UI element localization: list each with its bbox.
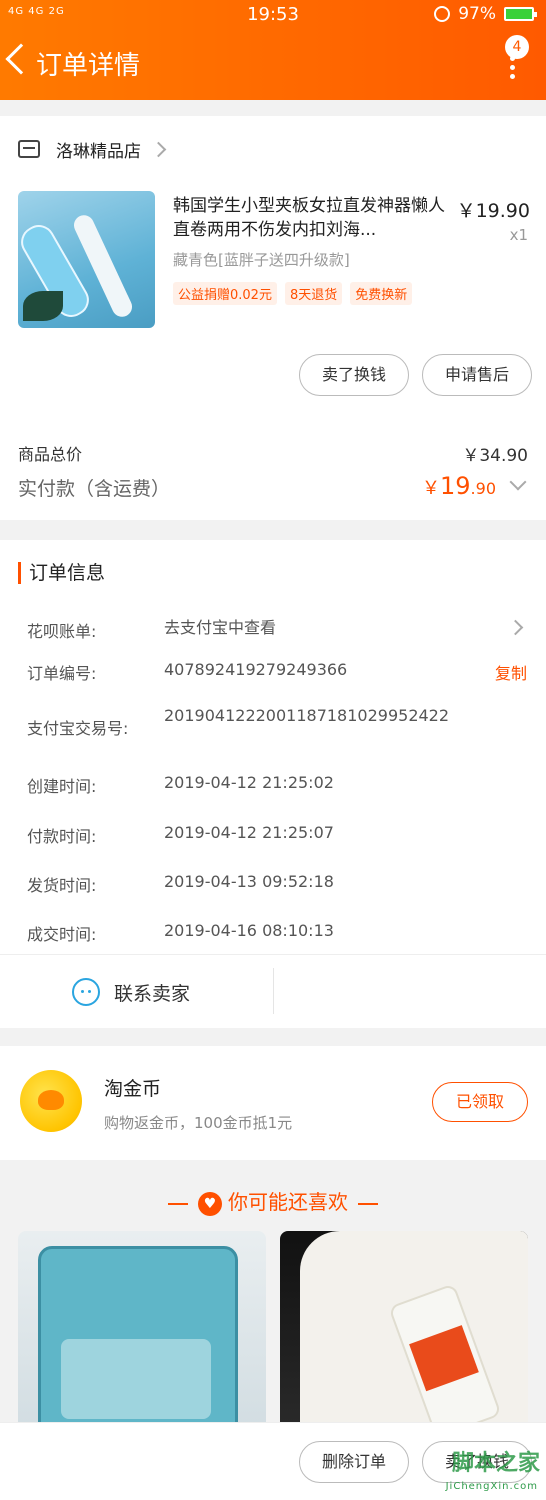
- alarm-icon: [434, 6, 451, 22]
- heart-icon: ♥: [198, 1191, 222, 1216]
- chevron-right-icon: [150, 141, 167, 157]
- total-price-value: ￥34.90: [462, 446, 528, 466]
- decor-line: [358, 1202, 379, 1205]
- total-price-label: 商品总价: [18, 445, 83, 464]
- copy-button[interactable]: 复制: [495, 660, 527, 684]
- shop-link[interactable]: 洛琳精品店: [18, 136, 167, 162]
- watermark-logo: 脚本之家: [451, 1451, 540, 1476]
- back-icon[interactable]: [5, 43, 37, 75]
- chevron-down-icon[interactable]: [509, 473, 527, 491]
- app-header: 4G 4G 2G 19:53 97% 订单详情 4: [0, 0, 546, 100]
- service-tag: 8天退货: [284, 282, 343, 305]
- product-quantity: x1: [509, 226, 528, 244]
- chat-icon: [72, 978, 100, 1006]
- more-icon[interactable]: [510, 56, 516, 80]
- coin-claimed-button[interactable]: 已领取: [432, 1082, 528, 1122]
- product-title[interactable]: 韩国学生小型夹板女拉直发神器懒人直卷两用不伤发内扣刘海...: [173, 194, 453, 242]
- recommend-item[interactable]: [280, 1231, 528, 1431]
- chevron-right-icon: [507, 619, 524, 636]
- coin-title: 淘金币: [104, 1078, 162, 1100]
- service-tag: 公益捐赠0.02元: [173, 282, 277, 305]
- delete-order-button[interactable]: 删除订单: [299, 1441, 409, 1483]
- shop-name: 洛琳精品店: [56, 141, 141, 162]
- service-tags: 公益捐赠0.02元 8天退货 免费换新: [173, 282, 413, 305]
- battery-percent: 97%: [458, 4, 496, 24]
- page-title: 订单详情: [36, 51, 141, 81]
- battery-icon: [504, 7, 537, 21]
- service-tag: 免费换新: [350, 282, 413, 305]
- contact-seller-button[interactable]: 联系卖家: [72, 978, 190, 1006]
- coin-icon: [20, 1070, 82, 1132]
- product-image[interactable]: [18, 191, 155, 328]
- after-sale-button[interactable]: 申请售后: [422, 354, 532, 396]
- recommend-item[interactable]: [18, 1231, 266, 1431]
- decor-line: [167, 1202, 188, 1205]
- status-right: 97%: [434, 4, 537, 24]
- paid-amount-value: ￥19.90: [422, 472, 496, 500]
- section-title: 订单信息: [18, 562, 105, 584]
- product-spec: 藏青色[蓝胖子送四升级款]: [173, 251, 350, 269]
- watermark-text: JiChengXin.com: [445, 1481, 538, 1492]
- sell-exchange-button[interactable]: 卖了换钱: [299, 354, 409, 396]
- store-icon: [18, 140, 40, 158]
- order-info-card: 订单信息 花呗账单: 去支付宝中查看 订单编号: 407892419279249…: [0, 540, 546, 1028]
- bottom-action-bar: 删除订单 卖了换钱 脚本之家 JiChengXin.com: [0, 1422, 546, 1500]
- divider: [273, 968, 274, 1014]
- recommend-title: ♥ 你可能还喜欢: [0, 1186, 546, 1216]
- message-badge[interactable]: 4: [505, 35, 529, 59]
- paid-amount-label: 实付款（含运费）: [18, 478, 171, 500]
- status-bar: 4G 4G 2G 19:53 97%: [0, 0, 546, 28]
- divider: [0, 954, 546, 955]
- product-price: ￥19.90: [456, 200, 530, 222]
- taojinbi-card: 淘金币 购物返金币，100金币抵1元 已领取: [0, 1046, 546, 1160]
- coin-subtitle: 购物返金币，100金币抵1元: [104, 1114, 293, 1132]
- order-item-card: 洛琳精品店 韩国学生小型夹板女拉直发神器懒人直卷两用不伤发内扣刘海... ￥19…: [0, 116, 546, 520]
